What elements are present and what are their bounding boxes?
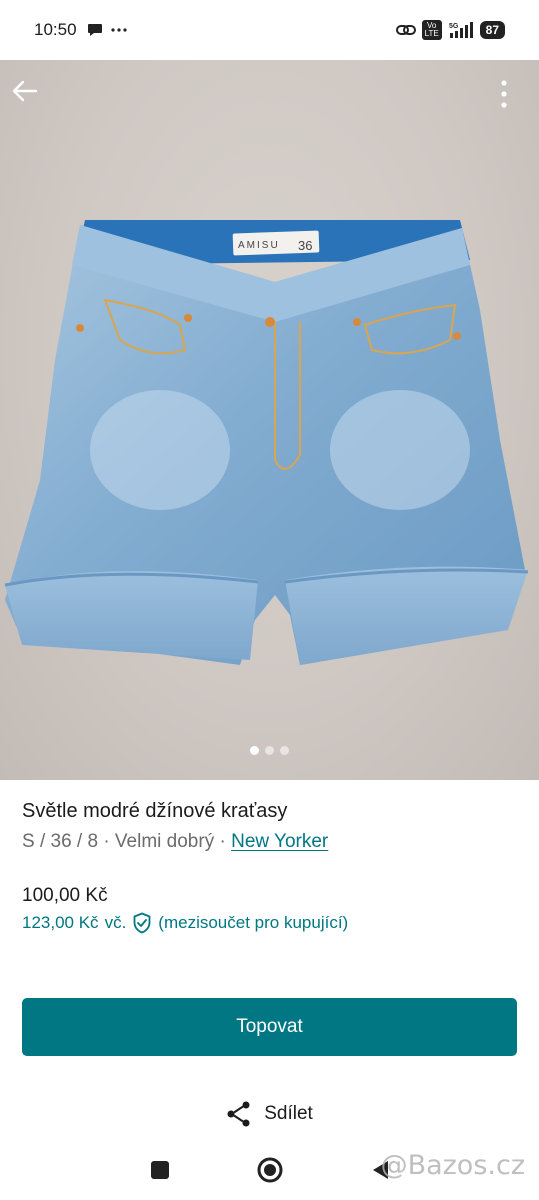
- item-photo-gallery[interactable]: AMISU 36: [0, 60, 539, 780]
- gallery-dot[interactable]: [250, 746, 259, 755]
- buyer-protection-line[interactable]: 123,00 Kč vč. (mezisoučet pro kupující): [22, 912, 348, 934]
- label-brand-text: AMISU: [238, 240, 280, 251]
- status-time: 10:50: [34, 20, 77, 39]
- volte-icon: Vo LTE: [421, 20, 442, 40]
- item-meta-text: S / 36 / 8 · Velmi dobrý ·: [22, 831, 232, 852]
- more-vertical-icon: [501, 80, 507, 108]
- signal-5g-icon: 5G: [448, 21, 474, 39]
- status-notification-icons: [87, 23, 127, 37]
- home-circle-icon: [257, 1157, 282, 1183]
- item-details: Světle modré džínové kraťasy S / 36 / 8 …: [22, 800, 517, 853]
- network-label: 5G: [449, 23, 459, 30]
- share-button[interactable]: Sdílet: [0, 1100, 539, 1128]
- more-options-button[interactable]: [501, 80, 525, 116]
- share-icon: [227, 1101, 250, 1127]
- arrow-left-icon: [12, 80, 38, 102]
- shield-check-icon: [133, 912, 151, 934]
- denim-shorts-photo: AMISU 36: [4, 220, 529, 665]
- gallery-dot[interactable]: [265, 746, 274, 755]
- recents-button[interactable]: [145, 1155, 175, 1185]
- gallery-dot[interactable]: [280, 746, 289, 755]
- chat-bubble-icon: [87, 23, 103, 37]
- status-system-icons: Vo LTE 5G 87: [395, 20, 505, 40]
- brand-link[interactable]: New Yorker: [231, 831, 328, 852]
- topovat-button[interactable]: Topovat: [22, 998, 517, 1056]
- label-size-text: 36: [298, 238, 312, 253]
- buyer-incl: vč.: [104, 913, 127, 932]
- more-dots-icon: [110, 28, 127, 32]
- item-title: Světle modré džínové kraťasy: [22, 800, 288, 822]
- battery-level: 87: [479, 21, 505, 39]
- buyer-price: 123,00 Kč: [22, 913, 99, 932]
- share-label: Sdílet: [264, 1103, 313, 1124]
- item-meta: S / 36 / 8 · Velmi dobrý · New Yorker: [22, 831, 517, 853]
- watermark: @Bazos.cz: [380, 1150, 525, 1181]
- back-button[interactable]: [12, 80, 48, 116]
- home-button[interactable]: [255, 1155, 285, 1185]
- item-price: 100,00 Kč: [22, 885, 108, 906]
- buyer-note: (mezisoučet pro kupující): [158, 913, 349, 932]
- link-icon: [395, 23, 416, 37]
- gallery-pagination[interactable]: [0, 746, 539, 755]
- status-bar: 10:50 Vo LTE 5G 87: [0, 0, 539, 60]
- square-icon: [150, 1161, 169, 1179]
